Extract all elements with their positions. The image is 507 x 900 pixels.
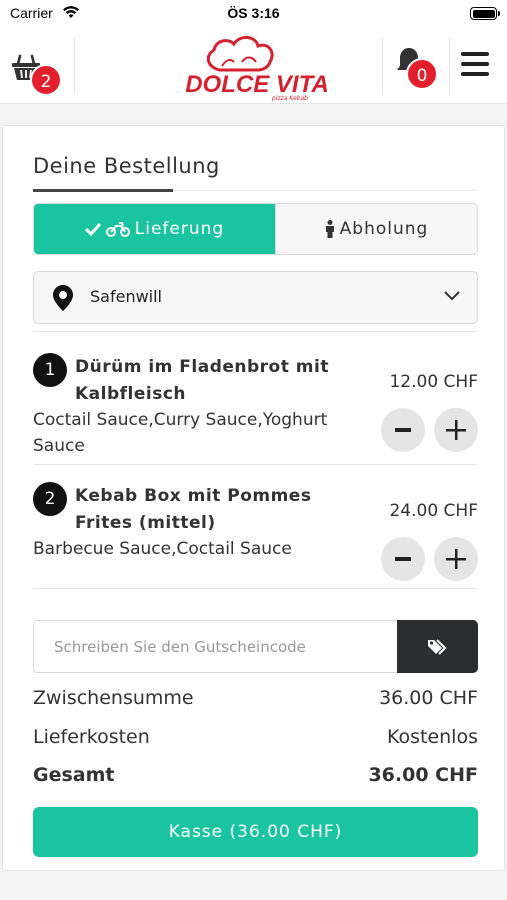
- location-select[interactable]: Safenwill: [33, 271, 478, 324]
- divider: [33, 331, 477, 332]
- clock: ÖS 3:16: [227, 5, 280, 21]
- decrease-quantity-button[interactable]: [381, 537, 425, 581]
- svg-text:pizza Kebab: pizza Kebab: [271, 95, 308, 102]
- delivery-cost-label: Lieferkosten: [33, 726, 150, 748]
- decrease-quantity-button[interactable]: [381, 408, 425, 452]
- checkout-button[interactable]: Kasse (36.00 CHF): [33, 807, 478, 857]
- item-name: Dürüm im Fladenbrot mit Kalbfleisch: [75, 357, 329, 404]
- increase-quantity-button[interactable]: [434, 408, 478, 452]
- person-icon: [325, 220, 334, 238]
- app-header: 2 DOLCE VITA pizza Kebab 0: [0, 28, 507, 104]
- tags-icon: [427, 638, 446, 655]
- delivery-cost-row: Lieferkosten Kostenlos: [33, 726, 478, 748]
- map-pin-icon: [53, 285, 73, 311]
- increase-quantity-button[interactable]: [434, 537, 478, 581]
- item-price: 12.00 CHF: [389, 372, 478, 392]
- order-card: Deine Bestellung Lieferung Abholung Safe…: [2, 125, 505, 871]
- delivery-tab-label: Lieferung: [134, 219, 225, 239]
- pickup-tab[interactable]: Abholung: [275, 204, 477, 254]
- delivery-cost-value: Kostenlos: [386, 726, 478, 748]
- notification-count-badge: 0: [406, 58, 438, 90]
- delivery-tab[interactable]: Lieferung: [34, 204, 275, 254]
- pickup-tab-label: Abholung: [339, 219, 429, 239]
- cart-count-badge: 2: [30, 64, 62, 96]
- item-index: 1: [33, 353, 67, 387]
- svg-text:DOLCE VITA: DOLCE VITA: [186, 71, 328, 98]
- total-value: 36.00 CHF: [368, 764, 478, 786]
- header-divider: [449, 38, 450, 94]
- total-row: Gesamt 36.00 CHF: [33, 764, 478, 786]
- battery-icon: [470, 7, 500, 20]
- subtotal-label: Zwischensumme: [33, 687, 194, 709]
- hamburger-menu-icon[interactable]: [461, 52, 489, 76]
- motorbike-icon: [105, 222, 130, 237]
- item-sauces: Barbecue Sauce,Coctail Sauce: [33, 539, 292, 559]
- status-bar: Carrier ÖS 3:16: [0, 0, 507, 28]
- header-divider: [74, 38, 75, 94]
- item-name: Kebab Box mit Pommes Frites (mittel): [75, 486, 312, 533]
- plus-icon: [446, 549, 466, 569]
- order-type-toggle: Lieferung Abholung: [33, 203, 478, 255]
- subtotal-value: 36.00 CHF: [379, 687, 478, 709]
- location-value: Safenwill: [90, 287, 162, 306]
- plus-icon: [446, 420, 466, 440]
- coupon-section: [33, 620, 478, 673]
- minus-icon: [395, 557, 411, 561]
- list-item: 2 Kebab Box mit Pommes Frites (mittel) B…: [33, 482, 478, 582]
- dolce-vita-logo[interactable]: DOLCE VITA pizza Kebab: [186, 32, 328, 102]
- item-price: 24.00 CHF: [389, 501, 478, 521]
- minus-icon: [395, 428, 411, 432]
- coupon-input[interactable]: [33, 620, 399, 673]
- check-icon: [84, 222, 101, 236]
- subtotal-row: Zwischensumme 36.00 CHF: [33, 687, 478, 709]
- list-item: 1 Dürüm im Fladenbrot mit Kalbfleisch Co…: [33, 353, 478, 463]
- header-divider: [382, 38, 383, 94]
- item-sauces: Coctail Sauce,Curry Sauce,Yoghurt Sauce: [33, 410, 328, 456]
- page-title: Deine Bestellung: [33, 154, 220, 178]
- divider: [33, 464, 477, 465]
- apply-coupon-button[interactable]: [397, 620, 478, 673]
- total-label: Gesamt: [33, 764, 115, 786]
- item-index: 2: [33, 482, 67, 516]
- divider: [33, 588, 477, 589]
- chevron-down-icon: [444, 291, 460, 301]
- title-underline: [33, 189, 173, 192]
